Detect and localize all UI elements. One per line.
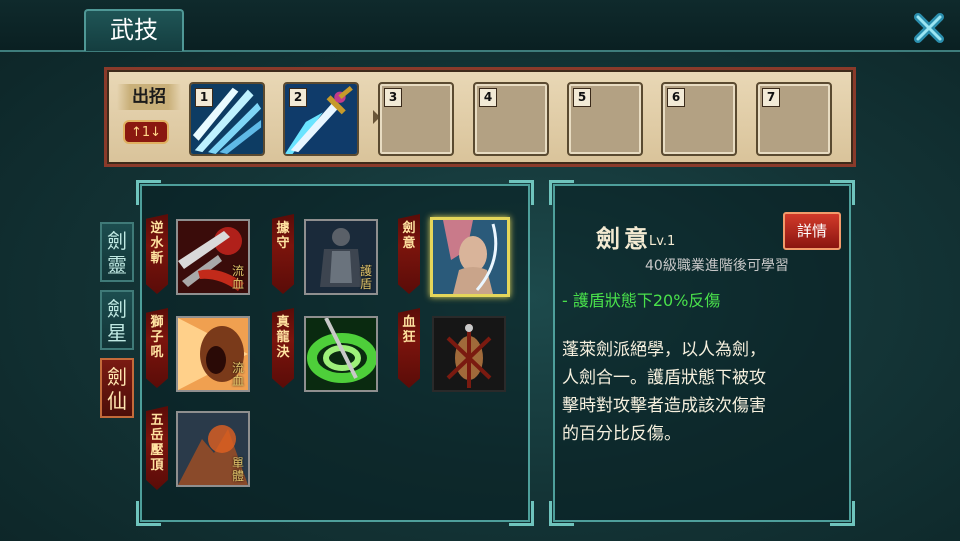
slot-number: 4 xyxy=(479,88,497,107)
slot-number: 5 xyxy=(573,88,591,107)
skill-icon-tile: 流血 xyxy=(176,219,250,295)
skill-detail-level: Lv.1 xyxy=(649,234,676,249)
tab-martial-skills[interactable]: 武技 xyxy=(84,9,184,51)
details-button[interactable]: 詳情 xyxy=(783,212,841,250)
sword-intent-icon xyxy=(433,220,507,294)
close-icon xyxy=(914,13,944,43)
blood-frenzy-icon xyxy=(434,318,504,390)
slot-number: 3 xyxy=(384,88,402,107)
class-tab-jianling[interactable]: 劍靈 xyxy=(100,222,134,282)
skill-name-banner: 逆水斬 xyxy=(146,214,168,294)
class-tab-label: 劍星 xyxy=(107,297,127,345)
description-line: 人劍合一。護盾狀態下被攻 xyxy=(562,368,766,388)
skill-icon-tile: 單體 xyxy=(176,411,250,487)
panel-corner xyxy=(509,501,534,526)
description-line: 蓬萊劍派絕學，以人為劍， xyxy=(562,340,766,360)
skill-slot-1[interactable]: 1 xyxy=(189,82,265,156)
green-vortex-icon xyxy=(306,318,376,390)
skill-icon-tile-selected xyxy=(430,217,510,297)
skill-combo-bar: 出招 ↑1↓ 1 2 3 4 5 6 7 xyxy=(104,67,856,167)
skill-name-banner: 真龍決 xyxy=(272,308,294,388)
skill-slot-4[interactable]: 4 xyxy=(473,82,549,156)
combo-round-badge[interactable]: ↑1↓ xyxy=(123,120,169,144)
skill-tag: 流血 xyxy=(231,361,244,388)
combo-label: 出招 xyxy=(117,84,181,110)
description-line: 的百分比反傷。 xyxy=(562,424,681,444)
skill-icon-tile: 護盾 xyxy=(304,219,378,295)
skill-name-banner: 血狂 xyxy=(398,308,420,388)
panel-corner xyxy=(830,501,855,526)
slot-number: 2 xyxy=(289,88,307,107)
panel-corner xyxy=(549,180,574,205)
skill-tag: 單體 xyxy=(231,456,244,483)
slot-number: 7 xyxy=(762,88,780,107)
skill-name-banner: 劍意 xyxy=(398,214,420,294)
slot-number: 6 xyxy=(667,88,685,107)
panel-corner xyxy=(830,180,855,205)
skill-detail-title: 劍意 xyxy=(596,224,652,253)
skill-detail-effect: - 護盾狀態下20%反傷 xyxy=(562,291,721,310)
skill-name-banner: 五岳壓頂 xyxy=(146,406,168,490)
skill-slot-7[interactable]: 7 xyxy=(756,82,832,156)
skill-detail-description: 蓬萊劍派絕學，以人為劍， 人劍合一。護盾狀態下被攻 擊時對攻擊者造成該次傷害 的… xyxy=(562,336,832,448)
skill-name-banner: 獅子吼 xyxy=(146,308,168,388)
panel-corner xyxy=(136,501,161,526)
skill-tag: 護盾 xyxy=(359,264,372,291)
skill-name-banner: 據守 xyxy=(272,214,294,294)
class-tab-jianxian[interactable]: 劍仙 xyxy=(100,358,134,418)
panel-corner xyxy=(136,180,161,205)
skill-slot-6[interactable]: 6 xyxy=(661,82,737,156)
panel-corner xyxy=(549,501,574,526)
close-button[interactable] xyxy=(908,10,950,46)
class-tab-jianxing[interactable]: 劍星 xyxy=(100,290,134,350)
skill-slot-2[interactable]: 2 xyxy=(283,82,359,156)
skill-icon-tile xyxy=(432,316,506,392)
slot-number: 1 xyxy=(195,88,213,107)
skill-slot-5[interactable]: 5 xyxy=(567,82,643,156)
class-tab-label: 劍仙 xyxy=(107,365,127,413)
panel-corner xyxy=(509,180,534,205)
skill-detail-requirement: 40級職業進階後可學習 xyxy=(645,258,789,274)
skill-tag: 流血 xyxy=(231,264,244,291)
skill-icon-tile xyxy=(304,316,378,392)
class-tab-label: 劍靈 xyxy=(107,229,127,277)
description-line: 擊時對攻擊者造成該次傷害 xyxy=(562,396,766,416)
skill-icon-tile: 流血 xyxy=(176,316,250,392)
skill-slot-3[interactable]: 3 xyxy=(378,82,454,156)
